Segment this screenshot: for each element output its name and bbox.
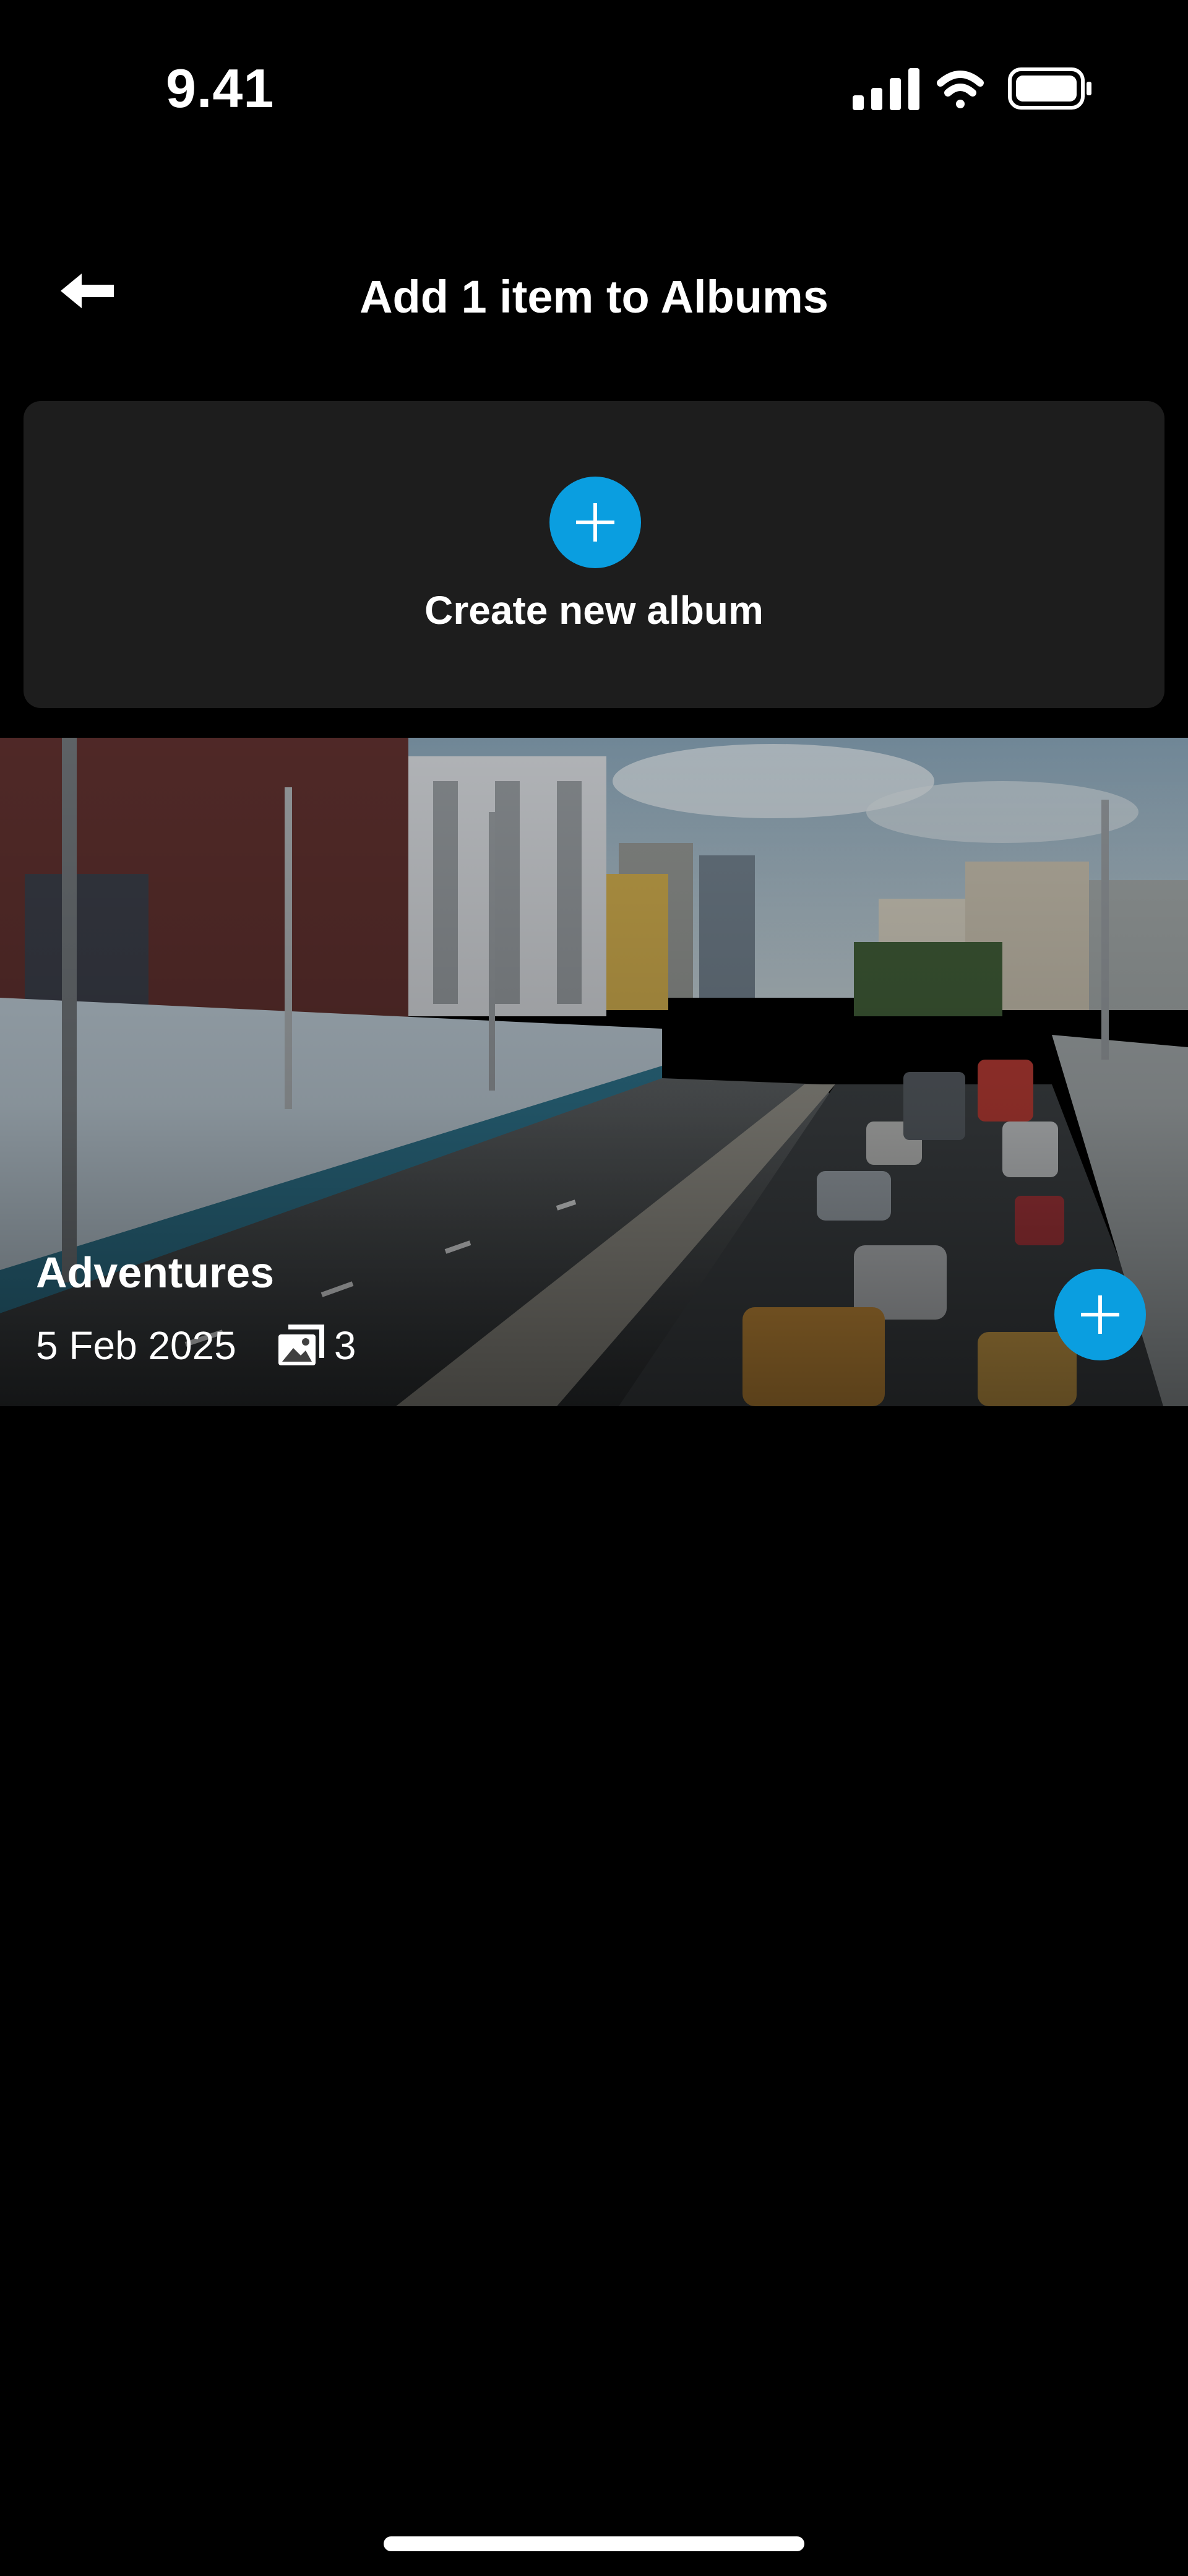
album-date: 5 Feb 2025 xyxy=(36,1323,236,1368)
page-title: Add 1 item to Albums xyxy=(359,271,829,322)
add-to-album-button[interactable] xyxy=(1054,1269,1146,1360)
home-indicator[interactable] xyxy=(384,2536,804,2551)
create-new-album-label: Create new album xyxy=(424,588,764,633)
album-item-count: 3 xyxy=(334,1323,356,1368)
status-bar: 9.41 xyxy=(0,0,1188,179)
plus-icon xyxy=(549,477,641,568)
photo-stack-icon xyxy=(276,1323,325,1368)
wifi-icon xyxy=(937,71,984,108)
create-new-album-card[interactable]: Create new album xyxy=(24,401,1164,708)
album-name: Adventures xyxy=(36,1248,275,1297)
plus-icon xyxy=(1081,1295,1119,1334)
status-icons xyxy=(848,64,1095,114)
album-cover-overlay xyxy=(0,738,1188,1406)
battery-icon xyxy=(1008,67,1091,110)
album-tile-adventures[interactable]: Adventures 5 Feb 2025 3 xyxy=(0,738,1188,1406)
status-time: 9.41 xyxy=(166,58,275,119)
signal-icon xyxy=(853,68,919,110)
album-meta: 5 Feb 2025 3 xyxy=(36,1320,356,1372)
